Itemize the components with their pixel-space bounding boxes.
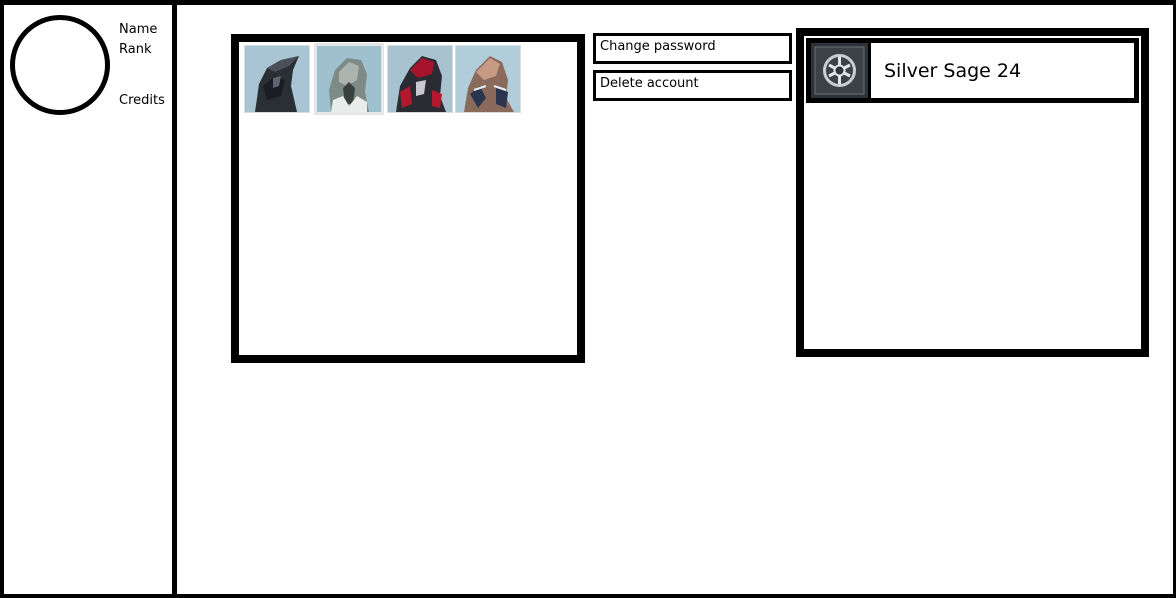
clan-list-item[interactable]: Silver Sage 24 [806,38,1139,103]
warframe-portrait-red-icon[interactable] [387,45,453,113]
warframe-portrait-bronze-icon[interactable] [455,45,521,113]
profile-rank-label: Rank [119,42,152,57]
portrait-selection-panel [231,34,585,363]
change-password-button[interactable]: Change password [593,33,792,64]
delete-account-button[interactable]: Delete account [593,70,792,101]
clan-emblem-icon [811,43,871,98]
profile-credits-label: Credits [119,93,165,108]
profile-name-label: Name [119,22,158,37]
warframe-portrait-grey-icon[interactable] [314,43,384,115]
profile-sidebar: Name Rank Credits [0,0,177,598]
warframe-portrait-dark-icon[interactable] [244,45,310,113]
clan-panel: Silver Sage 24 [796,28,1149,357]
avatar[interactable] [10,15,110,115]
clan-name: Silver Sage 24 [884,60,1022,82]
